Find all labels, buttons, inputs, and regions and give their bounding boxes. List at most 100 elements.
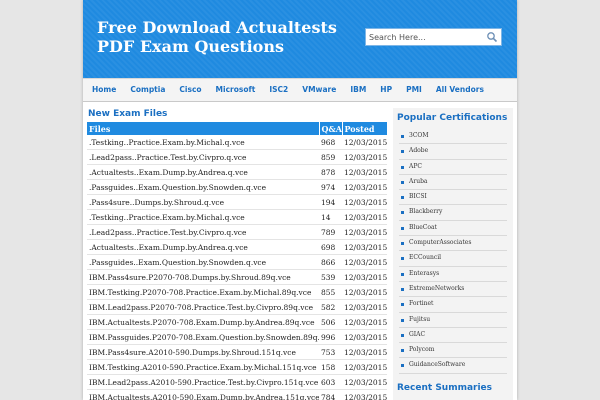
recent-summaries-title: Recent Summaries (397, 382, 493, 393)
bullet-icon (401, 272, 404, 276)
certification-link[interactable]: APC (399, 160, 507, 175)
nav-item-ibm[interactable]: IBM (343, 79, 373, 101)
bullet-icon (401, 226, 404, 230)
column-header-qa: Q&A (319, 122, 343, 135)
column-header-files: Files (87, 122, 320, 135)
table-row: .Testking..Practice.Exam.by.Michal.q.vce… (87, 209, 387, 225)
posted-date: 12/03/2015 (342, 374, 387, 390)
certification-link[interactable]: ExtremeNetworks (399, 282, 507, 298)
posted-date: 12/03/2015 (342, 389, 387, 400)
posted-date: 12/03/2015 (342, 299, 387, 315)
bullet-icon (401, 196, 404, 200)
file-name-link[interactable]: .Lead2pass..Practice.Test.by.Civpro.q.vc… (87, 149, 319, 165)
qa-count: 158 (319, 359, 342, 375)
qa-count: 968 (319, 135, 342, 150)
posted-date: 12/03/2015 (342, 179, 387, 195)
table-body: .Testking..Practice.Exam.by.Michal.q.vce… (87, 135, 387, 400)
search-input[interactable] (369, 30, 479, 44)
file-name-link[interactable]: IBM.Testking.A2010-590.Practice.Exam.by.… (87, 359, 319, 375)
certification-list: 3COM Adobe APC Aruba BICSI Blackberry BlueCoat… (399, 129, 507, 374)
bullet-icon (401, 318, 404, 322)
file-name-link[interactable]: .Actualtests..Exam.Dump.by.Andrea.q.vce (87, 164, 319, 180)
nav-item-microsoft[interactable]: Microsoft (209, 79, 263, 101)
file-name-link[interactable]: IBM.Pass4sure.A2010-590.Dumps.by.Shroud.… (87, 344, 319, 360)
qa-count: 866 (319, 254, 342, 270)
file-name-link[interactable]: IBM.Lead2pass.P2070-708.Practice.Test.by… (87, 299, 319, 315)
site-title-line2[interactable]: PDF Exam Questions (97, 37, 347, 56)
bullet-icon (401, 211, 404, 215)
section-title: New Exam Files (88, 109, 168, 119)
certification-link[interactable]: Polycom (399, 343, 507, 359)
certification-link[interactable]: BlueCoat (399, 221, 507, 237)
main-content: New Exam Files Files Q&A Posted .Testkin… (87, 108, 388, 400)
certification-link[interactable]: ComputerAssociates (399, 236, 507, 252)
certification-link[interactable]: Aruba (399, 175, 507, 191)
bullet-icon (401, 150, 404, 154)
certification-link[interactable]: GuidanceSoftware (399, 358, 507, 374)
qa-count: 194 (319, 194, 342, 210)
file-name-link[interactable]: .Testking..Practice.Exam.by.Michal.q.vce (87, 135, 319, 150)
qa-count: 855 (319, 284, 342, 300)
certification-label: Enterasys (409, 269, 440, 277)
certification-link[interactable]: 3COM (399, 129, 507, 145)
nav-item-home[interactable]: Home (85, 79, 123, 101)
certification-label: GuidanceSoftware (409, 361, 466, 369)
file-name-link[interactable]: IBM.Actualtests.P2070-708.Exam.Dump.by.A… (87, 314, 319, 330)
nav-item-cisco[interactable]: Cisco (172, 79, 208, 101)
column-header-posted: Posted (342, 122, 388, 135)
certification-link[interactable]: ECCouncil (399, 251, 507, 267)
posted-date: 12/03/2015 (342, 329, 387, 345)
qa-count: 996 (319, 329, 342, 345)
file-name-link[interactable]: IBM.Pass4sure.P2070-708.Dumps.by.Shroud.… (87, 269, 319, 285)
certification-link[interactable]: Enterasys (399, 267, 507, 282)
bullet-icon (401, 287, 404, 291)
table-row: IBM.Passguides.P2070-708.Exam.Question.b… (87, 329, 387, 345)
certification-label: Polycom (409, 346, 435, 354)
bullet-icon (401, 135, 404, 138)
nav-item-isc2[interactable]: ISC2 (262, 79, 295, 101)
site-title[interactable]: Free Download Actualtests PDF Exam Quest… (97, 18, 347, 56)
sidebar: Popular Certifications 3COM Adobe APC Aruba… (393, 108, 513, 400)
table-header-row: Files Q&A Posted (87, 122, 388, 135)
file-name-link[interactable]: IBM.Testking.P2070-708.Practice.Exam.by.… (87, 284, 319, 300)
table-row: IBM.Lead2pass.A2010-590.Practice.Test.by… (87, 374, 387, 390)
nav-item-vmware[interactable]: VMware (295, 79, 343, 101)
certification-label: Aruba (409, 177, 428, 185)
file-name-link[interactable]: .Actualtests..Exam.Dump.by.Andrea.q.vce (87, 239, 319, 255)
file-name-link[interactable]: IBM.Passguides.P2070-708.Exam.Question.b… (87, 329, 319, 345)
file-name-link[interactable]: IBM.Actualtests.A2010-590.Exam.Dump.by.A… (87, 389, 319, 400)
file-name-link[interactable]: .Pass4sure..Dumps.by.Shroud.q.vce (87, 194, 319, 210)
certification-link[interactable]: Adobe (399, 144, 507, 160)
bullet-icon (401, 180, 404, 184)
certification-link[interactable]: Blackberry (399, 205, 507, 221)
bullet-icon (401, 242, 404, 246)
certification-link[interactable]: GIAC (399, 328, 507, 344)
main-nav: Home Comptia Cisco Microsoft ISC2 VMware IBM HP… (83, 78, 517, 102)
page: Free Download Actualtests PDF Exam Quest… (83, 0, 517, 400)
certification-link[interactable]: Fujitsu (399, 313, 507, 328)
file-name-link[interactable]: .Passguides..Exam.Question.by.Snowden.q.… (87, 254, 319, 270)
qa-count: 14 (319, 209, 342, 225)
bullet-icon (401, 257, 404, 261)
table-row: IBM.Testking.A2010-590.Practice.Exam.by.… (87, 359, 387, 375)
nav-item-comptia[interactable]: Comptia (123, 79, 172, 101)
posted-date: 12/03/2015 (342, 269, 387, 285)
certification-link[interactable]: BICSI (399, 190, 507, 206)
qa-count: 789 (319, 224, 342, 240)
site-title-line1[interactable]: Free Download Actualtests (97, 18, 347, 37)
certification-label: GIAC (409, 330, 426, 338)
posted-date: 12/03/2015 (342, 194, 387, 210)
file-name-link[interactable]: IBM.Lead2pass.A2010-590.Practice.Test.by… (87, 374, 319, 390)
certification-label: Blackberry (409, 208, 443, 216)
certification-link[interactable]: Fortinet (399, 297, 507, 313)
file-name-link[interactable]: .Lead2pass..Practice.Test.by.Civpro.q.vc… (87, 224, 319, 240)
file-name-link[interactable]: .Testking..Practice.Exam.by.Michal.q.vce (87, 209, 319, 225)
table-row: IBM.Pass4sure.P2070-708.Dumps.by.Shroud.… (87, 269, 387, 285)
table-row: .Actualtests..Exam.Dump.by.Andrea.q.vce 8… (87, 164, 387, 180)
file-name-link[interactable]: .Passguides..Exam.Question.by.Snowden.q.… (87, 179, 319, 195)
bullet-icon (401, 165, 404, 169)
search-icon[interactable] (486, 31, 498, 43)
nav-item-hp[interactable]: HP (373, 79, 399, 101)
nav-item-pmi[interactable]: PMI (399, 79, 429, 101)
nav-item-all-vendors[interactable]: All Vendors (429, 79, 491, 101)
